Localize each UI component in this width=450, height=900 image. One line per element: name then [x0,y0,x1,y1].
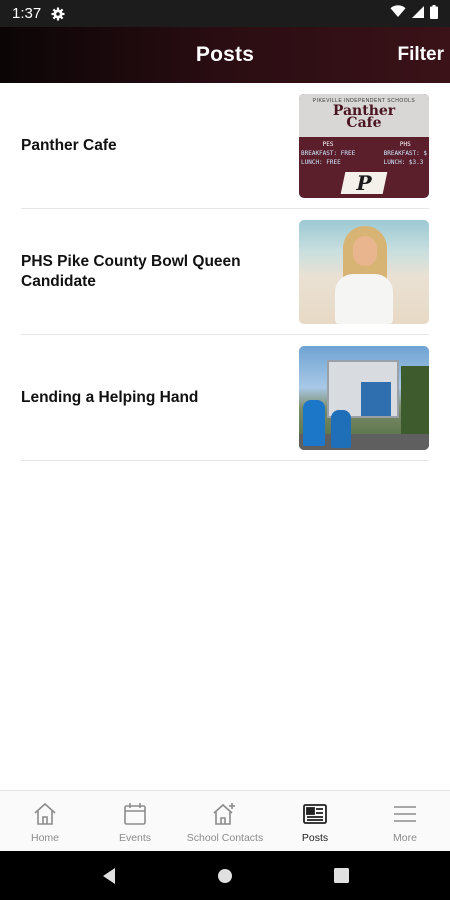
nav-posts[interactable]: Posts [270,791,360,851]
post-thumbnail [299,219,429,324]
status-time: 1:37 [12,5,42,22]
settings-gear-icon [51,7,65,21]
home-circle-icon[interactable] [215,866,235,886]
post-title: PHS Pike County Bowl Queen Candidate [21,252,241,290]
nav-school-contacts[interactable]: School Contacts [180,791,270,851]
posts-icon [301,800,329,828]
nav-label: Posts [301,832,329,844]
nav-home[interactable]: Home [0,791,90,851]
menu-icon [391,800,419,828]
calendar-icon [121,800,149,828]
nav-label: School Contacts [186,832,264,844]
posts-list: Panther Cafe PIKEVILLE INDEPENDENT SCHOO… [0,83,450,461]
nav-label: More [393,832,417,844]
home-icon [31,800,59,828]
nav-events[interactable]: Events [90,791,180,851]
thumbnail-brand: Panther Cafe [332,102,396,131]
recents-icon[interactable] [331,866,351,886]
wifi-icon [390,5,406,22]
system-navigation-bar [0,851,450,900]
status-indicators [390,4,438,23]
filter-button[interactable]: Filter [398,27,444,83]
bottom-navigation: Home Events School Contacts Posts More [0,790,450,851]
post-item[interactable]: Panther Cafe PIKEVILLE INDEPENDENT SCHOO… [21,83,429,209]
thumbnail-pes-prices: PES BREAKFAST: FREE LUNCH: FREE [301,140,356,166]
app-header: Posts Filter [0,27,450,83]
page-title: Posts [195,43,255,66]
status-bar: 1:37 [0,0,450,27]
signal-icon [412,5,424,22]
post-item[interactable]: PHS Pike County Bowl Queen Candidate [21,209,429,335]
post-title: Lending a Helping Hand [21,388,199,406]
nav-label: Events [118,832,152,844]
nav-label: Home [30,832,59,844]
back-icon[interactable] [99,866,119,886]
post-item[interactable]: Lending a Helping Hand [21,335,429,461]
battery-icon [430,4,438,23]
post-thumbnail: PIKEVILLE INDEPENDENT SCHOOLS Panther Ca… [299,93,429,198]
nav-more[interactable]: More [360,791,450,851]
panther-logo: P [340,171,388,195]
post-thumbnail [299,345,429,450]
post-title: Panther Cafe [21,136,117,154]
school-contacts-icon [211,800,239,828]
thumbnail-phs-prices: PHS BREAKFAST: $ LUNCH: $3.3 [383,140,427,166]
